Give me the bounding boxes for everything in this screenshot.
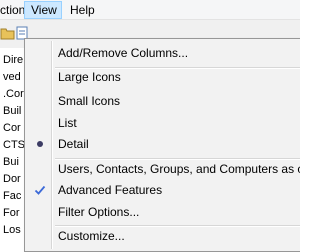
mmc-window: Action View Help Dire ved C .Cor Buil Co… [0,0,300,252]
menu-item-label: Detail [58,137,89,151]
tree-item[interactable]: Buil [3,103,21,119]
view-menu-dropdown: Add/Remove Columns... Large Icons Small … [24,38,300,252]
menu-item-users-contacts-as-containers[interactable]: Users, Contacts, Groups, and Computers a… [27,158,300,180]
tree-item[interactable]: CTS [3,137,25,153]
menu-item-advanced-features[interactable]: Advanced Features [27,179,300,201]
menu-item-label: Customize... [58,229,125,243]
tree-item[interactable]: Cor [3,120,21,136]
menu-bar: Action View Help [0,0,300,20]
menu-item-label: Large Icons [58,70,121,84]
menu-view[interactable]: View [24,1,62,19]
tree-item[interactable]: Fac [3,188,21,204]
menu-item-label: Add/Remove Columns... [58,46,189,60]
menu-item-label: Advanced Features [58,183,163,197]
tree-item[interactable]: Dor [3,171,21,187]
menu-item-add-remove-columns[interactable]: Add/Remove Columns... [27,42,300,64]
menu-item-large-icons[interactable]: Large Icons [27,66,300,88]
menu-help[interactable]: Help [64,1,101,19]
tree-item[interactable]: Los [3,222,21,238]
menu-item-label: Filter Options... [58,205,140,219]
menu-item-label: Small Icons [58,94,121,108]
menu-item-detail[interactable]: Detail [27,133,300,155]
checkmark-icon [27,179,53,201]
menu-item-label: List [58,116,77,130]
menu-item-customize[interactable]: Customize... [27,225,300,247]
menu-item-small-icons[interactable]: Small Icons [27,90,300,112]
tree-item[interactable]: .Cor [3,86,24,102]
tree-item[interactable]: Bui [3,154,19,170]
menu-item-list[interactable]: List [27,112,300,134]
menu-item-label: Users, Contacts, Groups, and Computers a… [58,162,300,176]
menu-item-filter-options[interactable]: Filter Options... [27,201,300,223]
tree-item[interactable]: Dire [3,52,23,68]
radio-selected-icon [27,133,53,155]
tree-item[interactable]: For [3,205,20,221]
